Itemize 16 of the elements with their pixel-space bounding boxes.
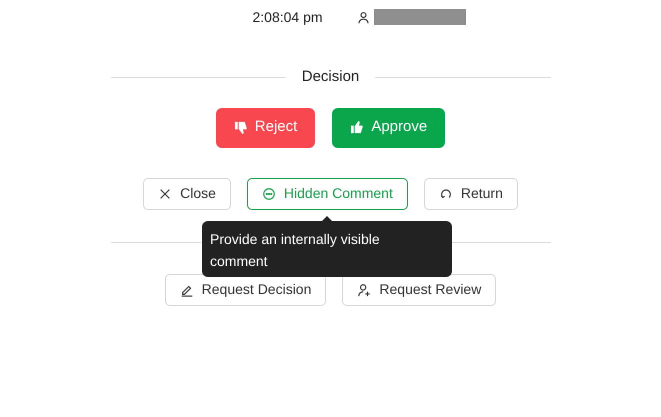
pen-icon [180, 282, 194, 296]
reject-button[interactable]: Reject [216, 108, 316, 148]
request-decision-button[interactable]: Request Decision [164, 274, 326, 306]
thumbs-down-icon [234, 120, 249, 135]
person-plus-icon [357, 282, 372, 296]
thumbs-up-icon [350, 120, 366, 135]
timestamp: 2:08:04 pm [252, 8, 323, 27]
request-review-button[interactable]: Request Review [342, 274, 496, 306]
close-button[interactable]: Close [143, 178, 231, 210]
chat-bubble-icon [262, 186, 276, 200]
person-icon [356, 10, 370, 24]
section-heading: Decision [302, 67, 360, 87]
circular-arrow-icon [438, 186, 453, 200]
tooltip: Provide an internally visible comment [202, 215, 452, 277]
return-button[interactable]: Return [424, 178, 518, 210]
close-icon [158, 186, 172, 200]
